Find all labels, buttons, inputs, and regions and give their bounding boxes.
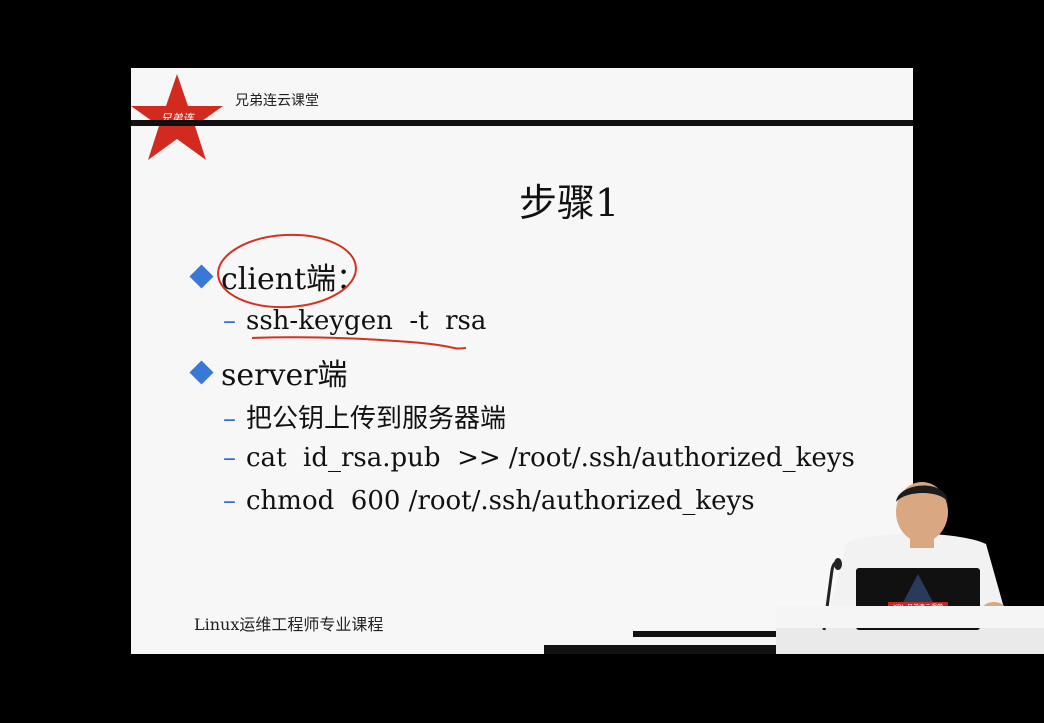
- diamond-bullet-icon: [189, 263, 214, 289]
- subitem-cat-text: cat id_rsa.pub >> /root/.ssh/authorized_…: [246, 443, 855, 473]
- subitem-keygen-text: ssh-keygen -t rsa: [246, 306, 487, 336]
- star-logo-icon: 兄弟连: [131, 74, 223, 160]
- dash-icon: –: [223, 306, 236, 336]
- presenter-video: XDL 兄弟连云课堂: [776, 482, 1044, 654]
- subitem-chmod: – chmod 600 /root/.ssh/authorized_keys: [223, 486, 755, 516]
- bullet-client: client端：: [189, 254, 366, 298]
- dash-icon: –: [223, 443, 236, 473]
- slide-title: 步骤1: [519, 181, 620, 225]
- bullet-server-label: server端: [221, 358, 348, 393]
- dash-icon: –: [223, 486, 236, 516]
- brand-name: 兄弟连云课堂: [235, 93, 319, 109]
- header-divider: [131, 120, 913, 126]
- bullet-server: server端: [189, 350, 348, 394]
- subitem-chmod-text: chmod 600 /root/.ssh/authorized_keys: [246, 486, 755, 516]
- dash-icon: –: [223, 404, 236, 434]
- subitem-upload: – 把公钥上传到服务器端: [223, 398, 506, 435]
- subitem-keygen: – ssh-keygen -t rsa: [223, 306, 486, 336]
- subitem-upload-text: 把公钥上传到服务器端: [246, 404, 507, 434]
- slide-footer: Linux运维工程师专业课程: [194, 615, 384, 634]
- diamond-bullet-icon: [189, 359, 214, 385]
- subitem-cat: – cat id_rsa.pub >> /root/.ssh/authorized…: [223, 443, 855, 473]
- bullet-client-label: client端：: [221, 262, 367, 297]
